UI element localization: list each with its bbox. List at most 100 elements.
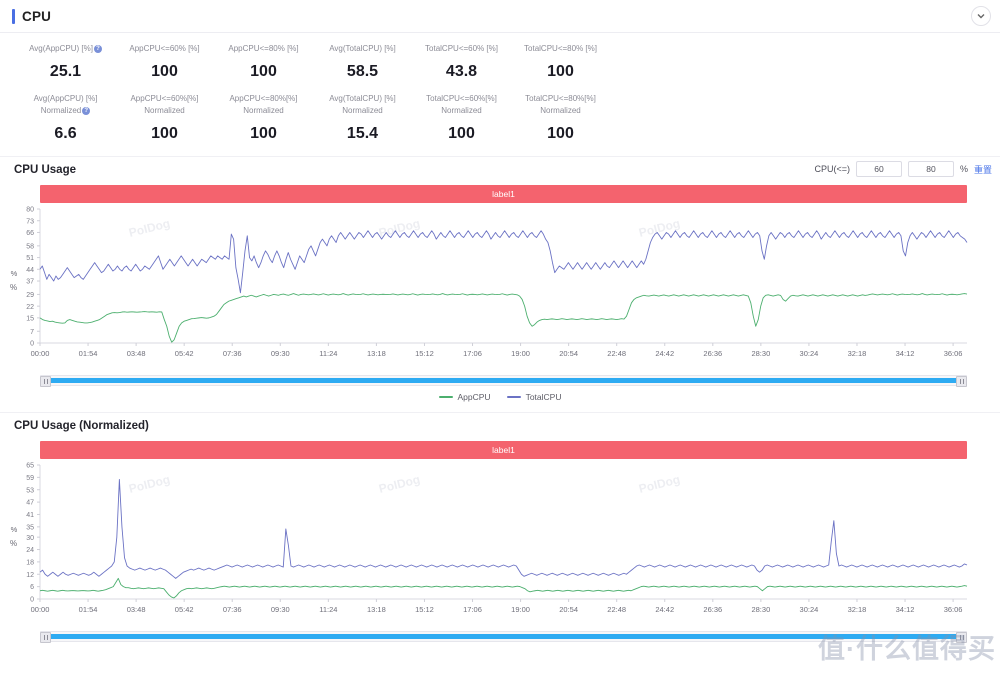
svg-text:09:30: 09:30 (271, 605, 290, 614)
y-axis-unit-1: % (10, 283, 17, 292)
metric-sublabel: Normalized (216, 105, 311, 117)
svg-text:PoIDog: PoIDog (127, 216, 171, 240)
legend-item[interactable]: AppCPU (439, 392, 491, 402)
cpu-usage-header: CPU Usage CPU(<=) % 重置 (0, 156, 1000, 180)
svg-text:65: 65 (26, 463, 34, 470)
svg-text:73: 73 (26, 218, 34, 225)
svg-text:24: 24 (26, 547, 34, 554)
cpu-usage-chart[interactable]: % 0715222937445158667380%00:0001:5403:48… (0, 203, 1000, 373)
legend-swatch-icon (507, 396, 521, 399)
metric-value: 25.1 (18, 62, 113, 82)
legend-label: TotalCPU (526, 392, 562, 402)
zoom-handle-right[interactable] (956, 376, 967, 387)
help-icon[interactable]: ? (82, 107, 90, 115)
metric-label: Avg(AppCPU) [%]Normalized? (18, 93, 113, 117)
panel-header: CPU (0, 0, 1000, 33)
svg-text:%: % (11, 525, 18, 534)
svg-text:30:24: 30:24 (800, 605, 819, 614)
svg-text:20:54: 20:54 (559, 605, 578, 614)
metric-label: Avg(AppCPU) [%]? (18, 43, 113, 55)
svg-text:07:36: 07:36 (223, 605, 242, 614)
svg-text:24:42: 24:42 (655, 605, 674, 614)
cpu-threshold-label: CPU(<=) (814, 164, 850, 174)
svg-text:36:06: 36:06 (944, 349, 963, 358)
cpu-usage-normalized-section: CPU Usage (Normalized) label1 % 06121824… (0, 412, 1000, 642)
svg-text:17:06: 17:06 (463, 605, 482, 614)
metric-value: 15.4 (315, 124, 410, 144)
cpu-threshold-controls: CPU(<=) % 重置 (814, 161, 992, 177)
svg-text:37: 37 (26, 279, 34, 286)
label-bar-2[interactable]: label1 (40, 441, 967, 459)
metric-sublabel: Normalized (414, 105, 509, 117)
label-bar-1[interactable]: label1 (40, 185, 967, 203)
svg-text:26:36: 26:36 (703, 605, 722, 614)
reset-button[interactable]: 重置 (974, 163, 992, 176)
help-icon[interactable]: ? (94, 45, 102, 53)
chart-2-zoom-slider[interactable] (40, 631, 967, 642)
svg-text:0: 0 (30, 341, 34, 348)
metric-card: TotalCPU<=60% [%]43.8 (412, 43, 511, 82)
svg-text:01:54: 01:54 (79, 605, 98, 614)
svg-text:53: 53 (26, 487, 34, 494)
legend-item[interactable]: TotalCPU (507, 392, 562, 402)
metric-sublabel: Normalized (513, 105, 608, 117)
metric-label: Avg(TotalCPU) [%] (315, 43, 410, 55)
cpu-usage-title: CPU Usage (14, 164, 76, 176)
svg-text:01:54: 01:54 (79, 349, 98, 358)
svg-text:28:30: 28:30 (751, 349, 770, 358)
metric-label: TotalCPU<=80%[%]Normalized (513, 93, 608, 117)
metric-value: 100 (117, 124, 212, 144)
svg-text:47: 47 (26, 500, 34, 507)
metric-label: AppCPU<=60%[%]Normalized (117, 93, 212, 117)
cpu-threshold-2-input[interactable] (908, 161, 954, 177)
svg-text:29: 29 (26, 292, 34, 299)
svg-text:11:24: 11:24 (319, 605, 337, 614)
svg-text:19:00: 19:00 (511, 605, 530, 614)
metric-label: TotalCPU<=60% [%] (414, 43, 509, 55)
svg-text:30: 30 (26, 535, 34, 542)
metric-value: 6.6 (18, 124, 113, 144)
title-accent-bar (12, 9, 15, 24)
svg-text:58: 58 (26, 243, 34, 250)
svg-text:07:36: 07:36 (223, 349, 242, 358)
cpu-usage-normalized-header: CPU Usage (Normalized) (0, 412, 1000, 436)
cpu-threshold-1-input[interactable] (856, 161, 902, 177)
svg-text:36:06: 36:06 (944, 605, 963, 614)
svg-text:00:00: 00:00 (31, 605, 50, 614)
metric-card: Avg(TotalCPU) [%]Normalized15.4 (313, 93, 412, 144)
zoom-handle-right[interactable] (956, 632, 967, 643)
legend-label: AppCPU (458, 392, 491, 402)
metric-value: 100 (216, 124, 311, 144)
svg-text:20:54: 20:54 (559, 349, 578, 358)
svg-text:22:48: 22:48 (607, 349, 626, 358)
svg-text:28:30: 28:30 (751, 605, 770, 614)
metric-sublabel: Normalized? (18, 105, 113, 117)
svg-text:30:24: 30:24 (800, 349, 819, 358)
chart-1-zoom-slider[interactable] (40, 375, 967, 386)
metrics-row-raw: Avg(AppCPU) [%]?25.1AppCPU<=60% [%]100Ap… (0, 43, 1000, 82)
zoom-handle-left[interactable] (40, 376, 51, 387)
metrics-panel: Avg(AppCPU) [%]?25.1AppCPU<=60% [%]100Ap… (0, 33, 1000, 148)
svg-text:32:18: 32:18 (848, 605, 867, 614)
svg-text:15: 15 (26, 315, 34, 322)
metric-card: AppCPU<=80%[%]Normalized 100 (214, 93, 313, 144)
metric-card: AppCPU<=60%[%]Normalized 100 (115, 93, 214, 144)
chevron-down-icon[interactable] (971, 6, 991, 26)
zoom-handle-left[interactable] (40, 632, 51, 643)
svg-text:17:06: 17:06 (463, 349, 482, 358)
legend-swatch-icon (439, 396, 453, 399)
svg-text:PoIDog: PoIDog (127, 472, 171, 496)
svg-text:66: 66 (26, 230, 34, 237)
svg-text:80: 80 (26, 207, 34, 214)
svg-text:18: 18 (26, 559, 34, 566)
metric-card: Avg(TotalCPU) [%]58.5 (313, 43, 412, 82)
percent-label: % (960, 164, 968, 174)
metric-value: 100 (513, 62, 608, 82)
metric-value: 100 (117, 62, 212, 82)
metric-label: AppCPU<=80%[%]Normalized (216, 93, 311, 117)
chart-legend: AppCPU TotalCPU (0, 392, 1000, 402)
cpu-usage-normalized-chart[interactable]: % 0612182430354147535965%00:0001:5403:48… (0, 459, 1000, 629)
svg-text:7: 7 (30, 329, 34, 336)
metric-card: TotalCPU<=60%[%]Normalized100 (412, 93, 511, 144)
metric-label: AppCPU<=60% [%] (117, 43, 212, 55)
